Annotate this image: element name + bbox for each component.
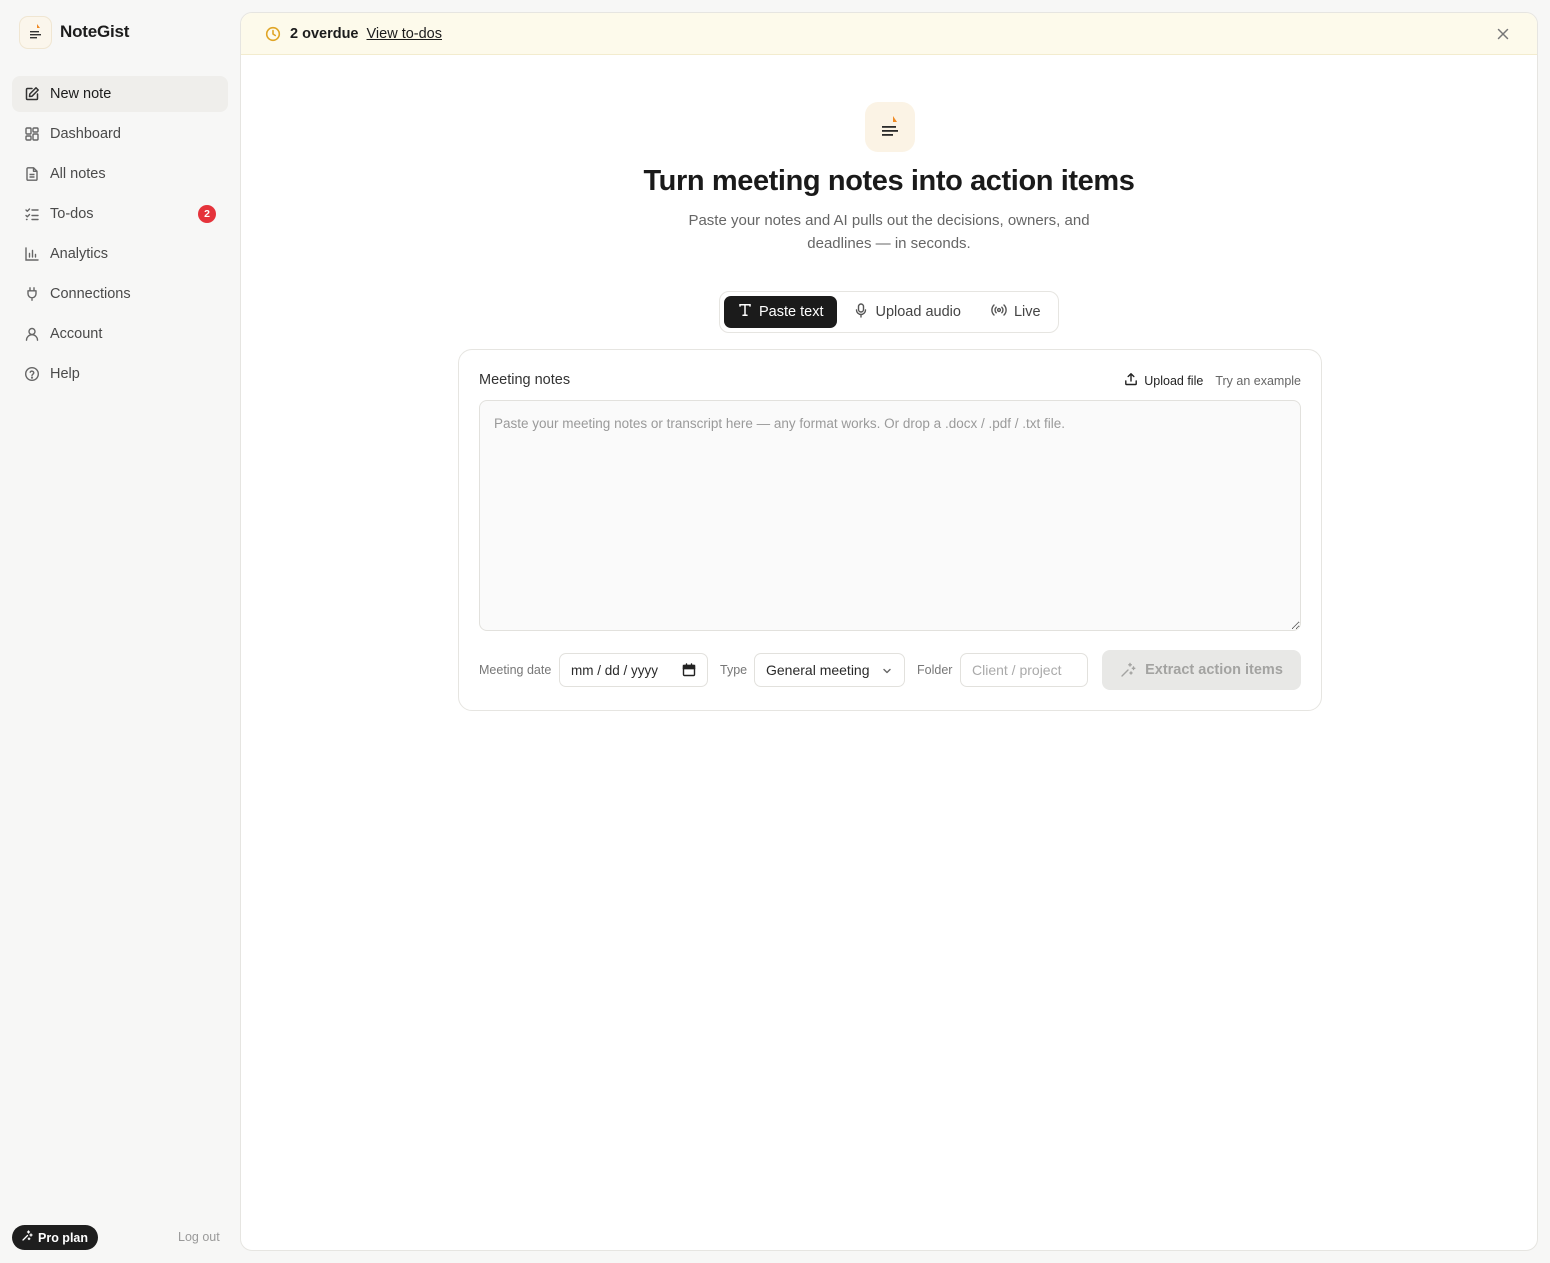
- bar-chart-icon: [24, 246, 40, 262]
- meeting-notes-card: Meeting notes Upload file Try an example…: [458, 349, 1322, 711]
- brand[interactable]: NoteGist: [19, 15, 129, 49]
- main-panel: 2 overdue View to-dos Turn meeting notes…: [240, 12, 1538, 1251]
- date-placeholder: mm / dd / yyyy: [571, 662, 659, 678]
- sidebar-item-help[interactable]: Help: [12, 356, 228, 392]
- card-actions: Upload file Try an example: [1124, 372, 1301, 389]
- tab-upload-audio[interactable]: Upload audio: [841, 296, 973, 328]
- overdue-banner: 2 overdue View to-dos: [241, 13, 1537, 55]
- tab-label: Live: [1013, 304, 1041, 320]
- tab-label: Paste text: [759, 304, 824, 320]
- meeting-type-select[interactable]: General meeting: [754, 653, 905, 687]
- sidebar-item-label: Dashboard: [50, 126, 121, 142]
- text-icon: [738, 303, 752, 321]
- sidebar-item-new-note[interactable]: New note: [12, 76, 228, 112]
- plug-icon: [24, 286, 40, 302]
- note-hero-icon: [865, 102, 915, 152]
- meeting-notes-label: Meeting notes: [479, 372, 571, 388]
- calendar-icon: [682, 663, 696, 677]
- sidebar-item-account[interactable]: Account: [12, 316, 228, 352]
- sidebar-nav: New note Dashboard All notes To-dos 2 An…: [12, 76, 228, 396]
- sidebar-item-label: Account: [50, 326, 103, 342]
- pro-plan-label: Pro plan: [38, 1230, 89, 1245]
- chevron-down-icon: [881, 665, 893, 677]
- brand-name: NoteGist: [60, 22, 130, 41]
- meeting-notes-textarea[interactable]: [479, 400, 1301, 631]
- input-mode-tabs: Paste text Upload audio Live: [719, 291, 1059, 333]
- sidebar-item-connections[interactable]: Connections: [12, 276, 228, 312]
- pro-plan-badge[interactable]: Pro plan: [12, 1225, 99, 1250]
- sidebar-item-label: Help: [50, 366, 80, 382]
- folder-label: Folder: [917, 663, 953, 677]
- try-example-link[interactable]: Try an example: [1215, 374, 1301, 388]
- sparkle-icon: [1120, 662, 1136, 678]
- meta-row: Meeting date mm / dd / yyyy Type General…: [479, 650, 1301, 690]
- broadcast-icon: [991, 303, 1007, 321]
- sidebar-item-all-notes[interactable]: All notes: [12, 156, 228, 192]
- page-title: Turn meeting notes into action items: [643, 165, 1135, 197]
- clock-icon: [265, 26, 281, 42]
- sidebar: NoteGist New note Dashboard All notes To…: [0, 0, 240, 1263]
- upload-file-label: Upload file: [1144, 373, 1204, 388]
- close-icon[interactable]: [1495, 26, 1511, 42]
- document-icon: [24, 166, 40, 182]
- sidebar-item-analytics[interactable]: Analytics: [12, 236, 228, 272]
- extract-action-items-button[interactable]: Extract action items: [1102, 650, 1301, 690]
- extract-label: Extract action items: [1145, 662, 1283, 678]
- upload-file-button[interactable]: Upload file: [1124, 372, 1203, 389]
- sidebar-item-dashboard[interactable]: Dashboard: [12, 116, 228, 152]
- sidebar-item-label: New note: [50, 86, 112, 102]
- folder-placeholder: Client / project: [972, 662, 1062, 678]
- page-subtitle: Paste your notes and AI pulls out the de…: [688, 212, 1090, 252]
- sidebar-item-label: To-dos: [50, 206, 94, 222]
- meeting-date-label: Meeting date: [479, 663, 552, 677]
- logout-link[interactable]: Log out: [178, 1230, 220, 1244]
- type-value: General meeting: [766, 662, 870, 678]
- sparkle-icon: [21, 1230, 33, 1245]
- user-icon: [24, 326, 40, 342]
- overdue-text: 2 overdue: [290, 25, 359, 42]
- edit-icon: [24, 86, 40, 102]
- view-todos-link[interactable]: View to-dos: [367, 26, 443, 42]
- upload-icon: [1124, 372, 1138, 389]
- tab-paste-text[interactable]: Paste text: [724, 296, 838, 328]
- sidebar-item-to-dos[interactable]: To-dos 2: [12, 196, 228, 232]
- sidebar-item-label: All notes: [50, 166, 106, 182]
- checklist-icon: [24, 206, 40, 222]
- meeting-date-input[interactable]: mm / dd / yyyy: [559, 653, 708, 687]
- tab-live[interactable]: Live: [978, 296, 1054, 328]
- tab-label: Upload audio: [875, 304, 961, 320]
- help-icon: [24, 366, 40, 382]
- note-logo-icon: [19, 15, 52, 49]
- folder-input[interactable]: Client / project: [960, 653, 1088, 687]
- dashboard-icon: [24, 126, 40, 142]
- sidebar-item-label: Connections: [50, 286, 131, 302]
- microphone-icon: [854, 302, 868, 322]
- sidebar-item-label: Analytics: [50, 246, 109, 262]
- overdue-count-badge: 2: [198, 205, 216, 223]
- type-label: Type: [720, 663, 748, 677]
